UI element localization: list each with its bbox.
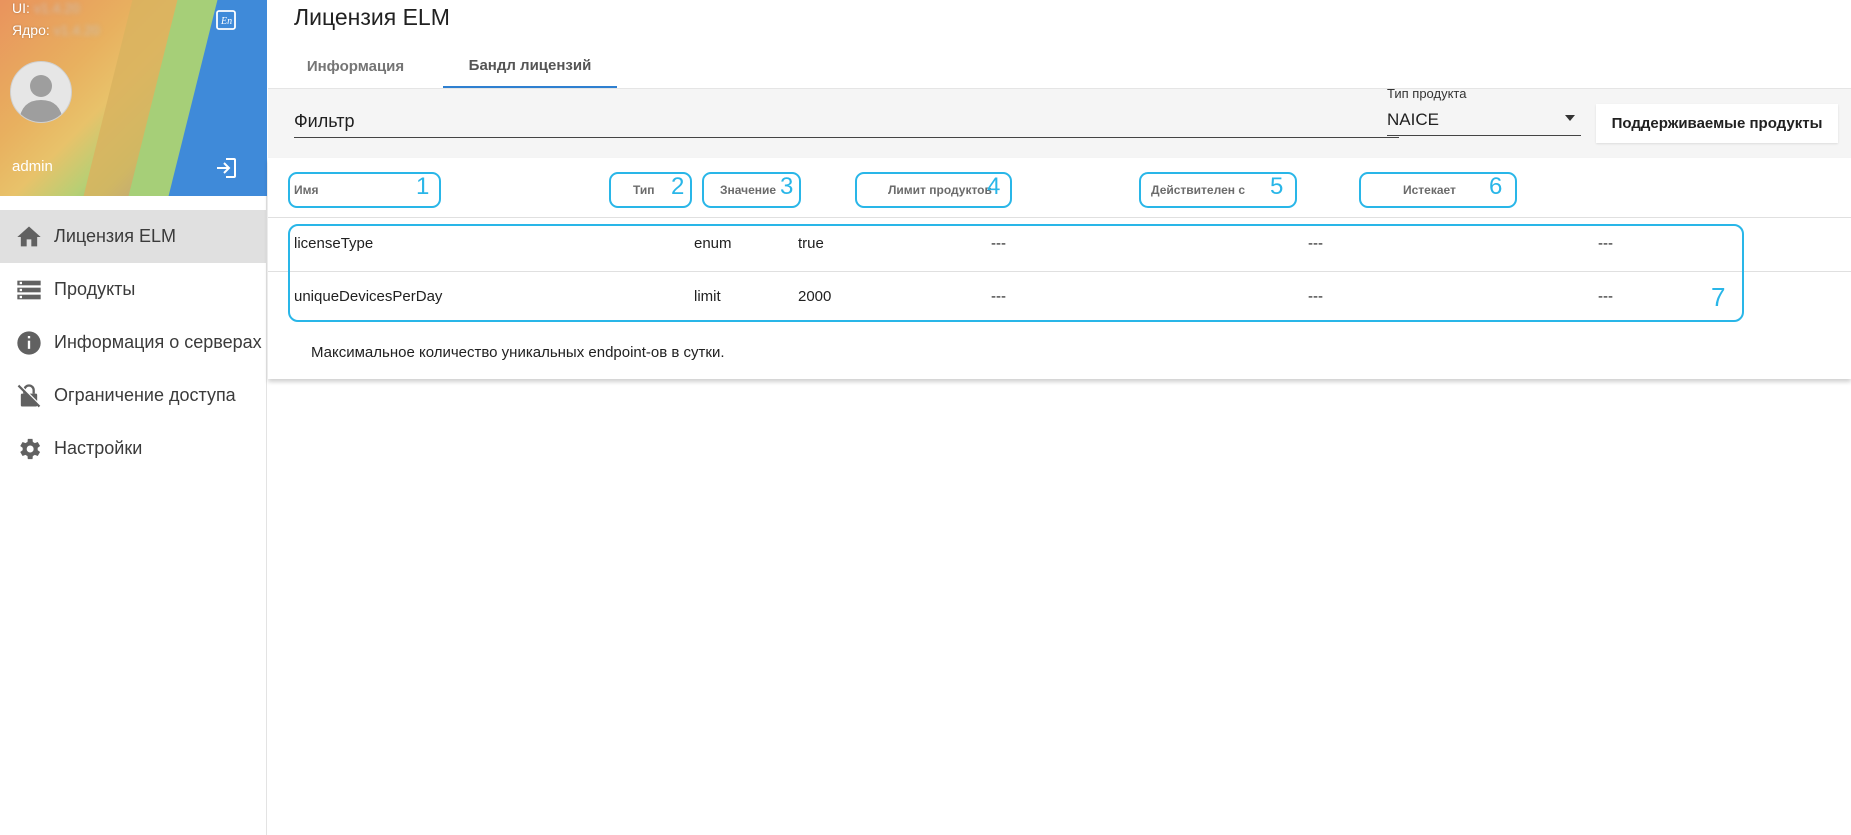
annotation-marker: 3: [780, 173, 794, 200]
supported-products-button[interactable]: Поддерживаемые продукты: [1596, 104, 1838, 143]
sidebar-nav: Лицензия ELM Продукты Информация о серве…: [0, 210, 266, 475]
table-row[interactable]: uniqueDevicesPerDay limit 2000 --- --- -…: [268, 271, 1851, 324]
row-description: Максимальное количество уникальных endpo…: [311, 344, 725, 361]
cell-type: enum: [694, 235, 732, 252]
version-core-label: Ядро:: [12, 22, 50, 38]
avatar: [10, 61, 72, 123]
annotation-marker: 4: [987, 173, 1001, 200]
product-type-label: Тип продукта: [1387, 86, 1467, 101]
cell-valid-from: ---: [1308, 235, 1323, 252]
sidebar-header: UI: v1.4.20 Ядро: v1.4.20 En admin: [0, 0, 267, 196]
column-header-value[interactable]: Значение 3: [702, 172, 801, 208]
page-title: Лицензия ELM: [294, 4, 450, 30]
sidebar-item-license[interactable]: Лицензия ELM: [0, 210, 266, 263]
annotation-marker: 5: [1270, 173, 1284, 200]
logout-icon[interactable]: [214, 156, 238, 180]
sidebar-item-label: Настройки: [54, 438, 143, 458]
column-header-label: Значение: [720, 183, 777, 197]
version-core: Ядро: v1.4.20: [12, 22, 100, 38]
tab-license-bundle[interactable]: Бандл лицензий: [443, 44, 617, 88]
column-header-label: Действителен с: [1151, 183, 1245, 197]
cell-expires: ---: [1598, 235, 1613, 252]
sidebar-item-label: Ограничение доступа: [54, 385, 236, 405]
lock-icon: [14, 381, 44, 411]
sidebar-item-label: Информация о серверах: [54, 332, 262, 352]
annotation-marker: 2: [671, 173, 685, 200]
version-ui: UI: v1.4.20: [12, 0, 80, 16]
cell-limit: ---: [991, 235, 1006, 252]
sidebar-item-servers[interactable]: Информация о серверах: [0, 316, 266, 369]
tab-information[interactable]: Информация: [268, 44, 443, 88]
home-icon: [14, 222, 44, 252]
cell-name: uniqueDevicesPerDay: [294, 288, 443, 305]
column-header-expires[interactable]: Истекает 6: [1359, 172, 1517, 208]
gear-icon: [14, 434, 44, 464]
column-header-product-limit[interactable]: Лимит продуктов 4: [855, 172, 1012, 208]
main-content: Лицензия ELM Информация Бандл лицензий Т…: [268, 0, 1851, 835]
cell-name: licenseType: [294, 235, 374, 252]
sidebar-item-products[interactable]: Продукты: [0, 263, 266, 316]
chevron-down-icon: [1565, 115, 1575, 121]
column-header-label: Имя: [294, 183, 319, 197]
language-icon[interactable]: En: [214, 8, 238, 32]
version-core-value: v1.4.20: [53, 22, 100, 38]
version-ui-value: v1.4.20: [33, 0, 80, 16]
cell-value: true: [798, 235, 824, 252]
annotation-marker: 6: [1489, 173, 1503, 200]
sidebar-item-access[interactable]: Ограничение доступа: [0, 369, 266, 422]
info-icon: [14, 328, 44, 358]
column-header-label: Лимит продуктов: [888, 183, 992, 197]
column-header-valid-from[interactable]: Действителен с 5: [1139, 172, 1297, 208]
sidebar-item-settings[interactable]: Настройки: [0, 422, 266, 475]
username: admin: [12, 158, 53, 175]
filter-input[interactable]: [294, 105, 1399, 138]
svg-text:En: En: [220, 16, 232, 27]
column-header-name[interactable]: Имя 1: [288, 172, 441, 208]
list-icon: [14, 275, 44, 305]
cell-expires: ---: [1598, 288, 1613, 305]
tab-bar: Информация Бандл лицензий: [268, 44, 617, 88]
annotation-marker: 1: [416, 173, 430, 200]
version-ui-label: UI:: [12, 0, 30, 16]
sidebar: UI: v1.4.20 Ядро: v1.4.20 En admin Лицен…: [0, 0, 267, 835]
product-type-value: NAICE: [1387, 110, 1439, 129]
cell-limit: ---: [991, 288, 1006, 305]
column-header-label: Тип: [633, 183, 655, 197]
cell-valid-from: ---: [1308, 288, 1323, 305]
column-header-type[interactable]: Тип 2: [609, 172, 692, 208]
table-row[interactable]: licenseType enum true --- --- ---: [268, 218, 1851, 271]
column-header-label: Истекает: [1403, 183, 1456, 197]
annotation-marker: 7: [1711, 282, 1726, 312]
cell-value: 2000: [798, 288, 832, 305]
sidebar-item-label: Продукты: [54, 279, 136, 299]
sidebar-item-label: Лицензия ELM: [54, 226, 176, 246]
license-table: Имя 1 Тип 2 Значение 3 Лимит продуктов 4…: [268, 158, 1851, 379]
cell-type: limit: [694, 288, 721, 305]
product-type-select[interactable]: NAICE: [1387, 106, 1581, 136]
